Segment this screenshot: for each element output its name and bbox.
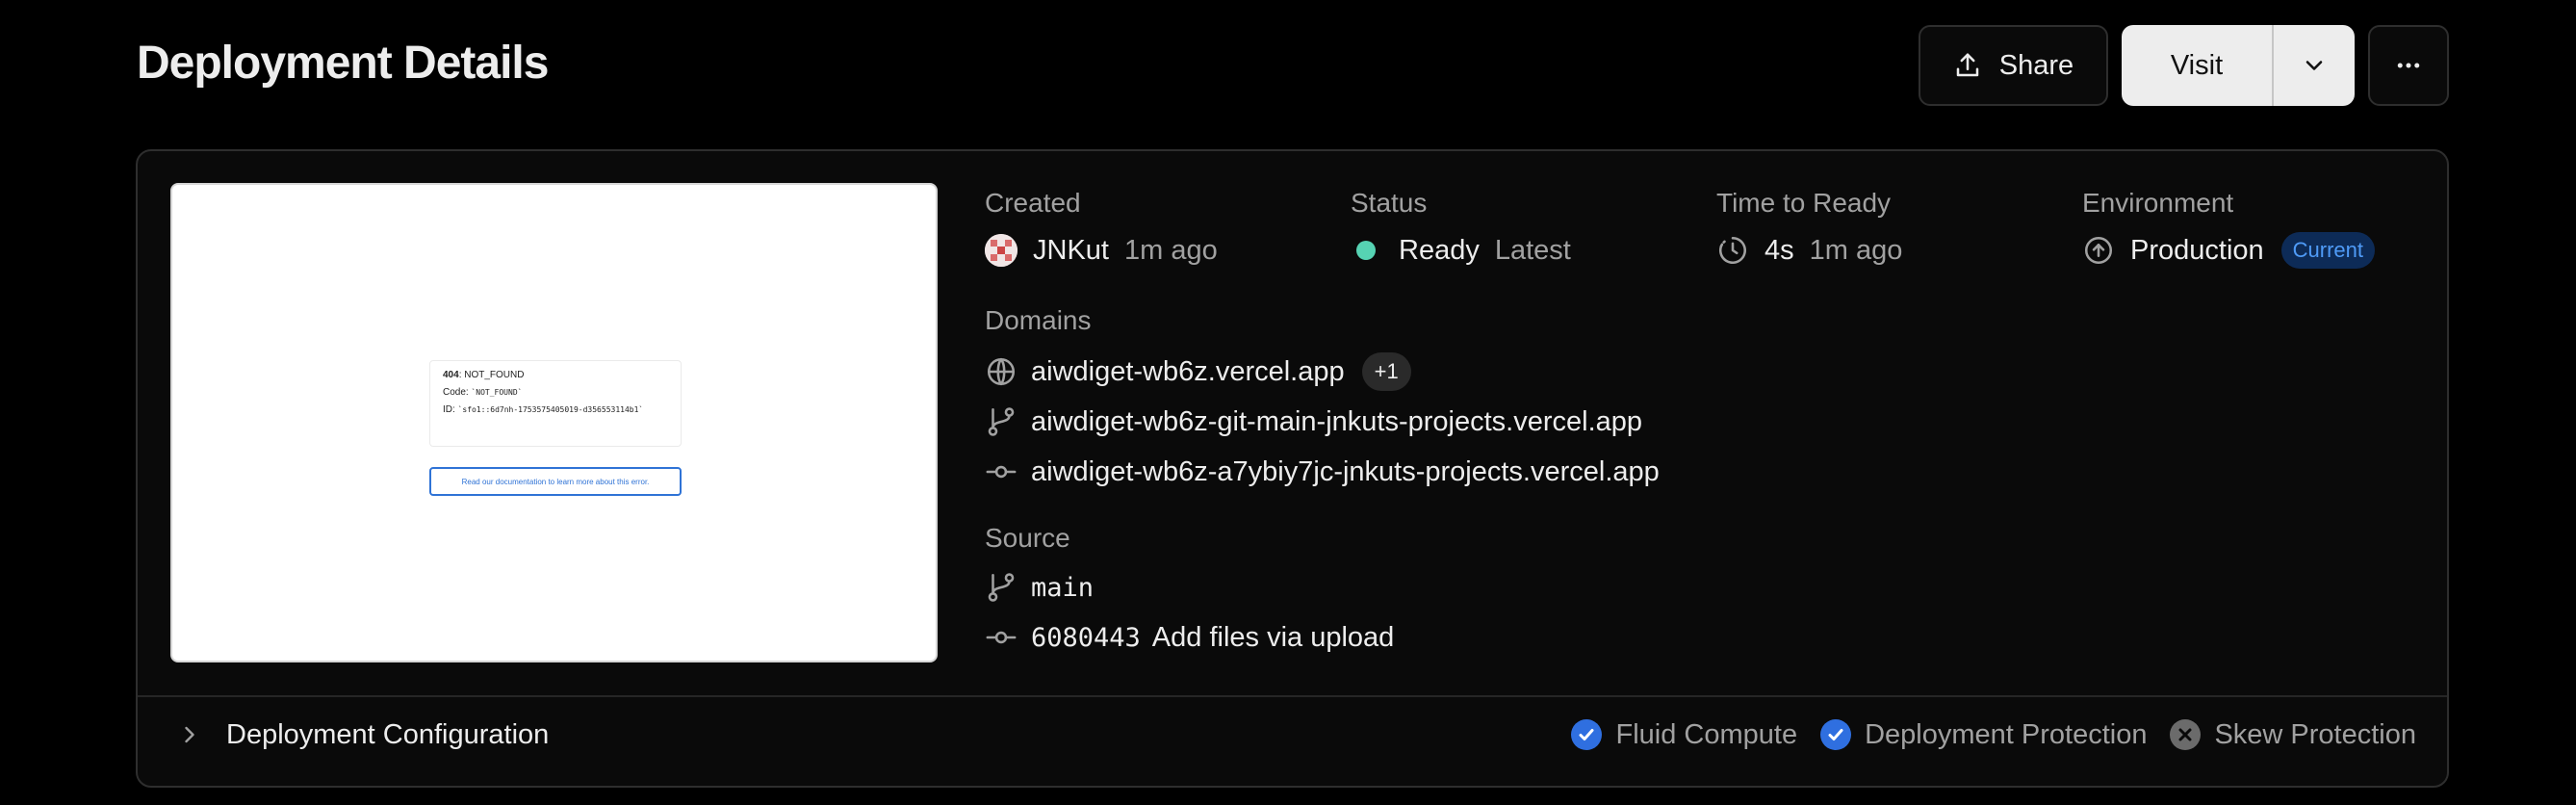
deployment-configuration-label: Deployment Configuration bbox=[226, 718, 550, 750]
commit-message[interactable]: Add files via upload bbox=[1152, 622, 1395, 654]
feature-skew-protection: Skew Protection bbox=[2170, 719, 2416, 751]
feature-label: Skew Protection bbox=[2214, 718, 2416, 750]
domain-link[interactable]: aiwdiget-wb6z.vercel.app bbox=[1031, 356, 1345, 388]
deployment-configuration-toggle[interactable]: Deployment Configuration bbox=[176, 714, 549, 756]
deployment-preview[interactable]: 404: NOT_FOUND Code: `NOT_FOUND` ID: `sf… bbox=[170, 183, 938, 662]
share-button[interactable]: Share bbox=[1919, 25, 2108, 106]
error-code: Code: `NOT_FOUND` bbox=[443, 387, 523, 398]
clock-icon bbox=[1716, 234, 1749, 267]
environment-name: Production bbox=[2130, 234, 2264, 266]
git-branch-icon bbox=[985, 571, 1018, 604]
upload-icon bbox=[1953, 51, 1982, 80]
domains-label: Domains bbox=[985, 305, 1092, 335]
feature-label: Deployment Protection bbox=[1865, 718, 2148, 750]
status-dot bbox=[1356, 241, 1376, 260]
arrow-up-circle-icon bbox=[2082, 234, 2115, 267]
created-label: Created bbox=[985, 188, 1081, 218]
environment-value: Production Current bbox=[2082, 230, 2376, 271]
feature-list: Fluid Compute Deployment Protection Skew… bbox=[1571, 714, 2416, 756]
error-box: 404: NOT_FOUND Code: `NOT_FOUND` ID: `sf… bbox=[429, 360, 682, 447]
more-horizontal-icon bbox=[2394, 51, 2423, 80]
error-id: ID: `sfo1::6d7nh-1753575405019-d35655311… bbox=[443, 404, 644, 415]
source-commit: 6080443 Add files via upload bbox=[985, 617, 1394, 658]
source-branch: main bbox=[985, 567, 1094, 608]
share-label: Share bbox=[1998, 49, 2074, 81]
git-commit-icon bbox=[985, 455, 1018, 488]
status-text: Ready bbox=[1399, 234, 1480, 266]
error-title: 404: NOT_FOUND bbox=[443, 370, 525, 380]
page-title: Deployment Details bbox=[137, 38, 549, 89]
feature-fluid-compute: Fluid Compute bbox=[1571, 719, 1797, 751]
visit-dropdown-button[interactable] bbox=[2274, 25, 2355, 106]
x-circle-icon bbox=[2170, 719, 2202, 750]
created-time: 1m ago bbox=[1123, 234, 1218, 266]
time-to-ready-label: Time to Ready bbox=[1716, 188, 1892, 218]
avatar[interactable] bbox=[985, 234, 1018, 267]
error-docs-link: Read our documentation to learn more abo… bbox=[429, 467, 682, 496]
domain-item: aiwdiget-wb6z.vercel.app +1 bbox=[985, 350, 1411, 394]
time-to-ready-duration: 4s bbox=[1765, 234, 1794, 266]
source-label: Source bbox=[985, 523, 1070, 553]
environment-label: Environment bbox=[2082, 188, 2234, 218]
divider bbox=[138, 695, 2447, 697]
check-circle-icon bbox=[1571, 719, 1603, 750]
commit-hash[interactable]: 6080443 bbox=[1031, 623, 1141, 653]
branch-name[interactable]: main bbox=[1031, 573, 1094, 603]
check-circle-icon bbox=[1820, 719, 1852, 750]
visit-button-group: Visit bbox=[2122, 25, 2355, 106]
globe-icon bbox=[985, 355, 1018, 388]
domain-item: aiwdiget-wb6z-git-main-jnkuts-projects.v… bbox=[985, 402, 1642, 442]
git-commit-icon bbox=[985, 621, 1018, 654]
domain-item: aiwdiget-wb6z-a7ybiy7jc-jnkuts-projects.… bbox=[985, 452, 1660, 492]
chevron-right-icon bbox=[176, 721, 203, 748]
feature-deployment-protection: Deployment Protection bbox=[1820, 719, 2147, 751]
status-tag: Latest bbox=[1494, 234, 1571, 266]
deployment-card: 404: NOT_FOUND Code: `NOT_FOUND` ID: `sf… bbox=[136, 149, 2449, 788]
visit-button[interactable]: Visit bbox=[2122, 25, 2274, 106]
status-value: Ready Latest bbox=[1356, 230, 1571, 271]
time-to-ready-value: 4s 1m ago bbox=[1716, 230, 1902, 271]
chevron-down-icon bbox=[2301, 52, 2328, 79]
time-to-ready-time: 1m ago bbox=[1809, 234, 1903, 266]
created-user[interactable]: JNKut bbox=[1033, 235, 1109, 267]
domain-link[interactable]: aiwdiget-wb6z-git-main-jnkuts-projects.v… bbox=[1031, 406, 1642, 438]
domain-link[interactable]: aiwdiget-wb6z-a7ybiy7jc-jnkuts-projects.… bbox=[1031, 456, 1660, 488]
environment-current-badge: Current bbox=[2280, 232, 2376, 269]
more-options-button[interactable] bbox=[2368, 25, 2449, 106]
feature-label: Fluid Compute bbox=[1615, 718, 1798, 750]
more-domains-badge[interactable]: +1 bbox=[1361, 352, 1411, 391]
git-branch-icon bbox=[985, 405, 1018, 438]
status-label: Status bbox=[1351, 188, 1428, 218]
created-value: JNKut 1m ago bbox=[985, 230, 1218, 271]
